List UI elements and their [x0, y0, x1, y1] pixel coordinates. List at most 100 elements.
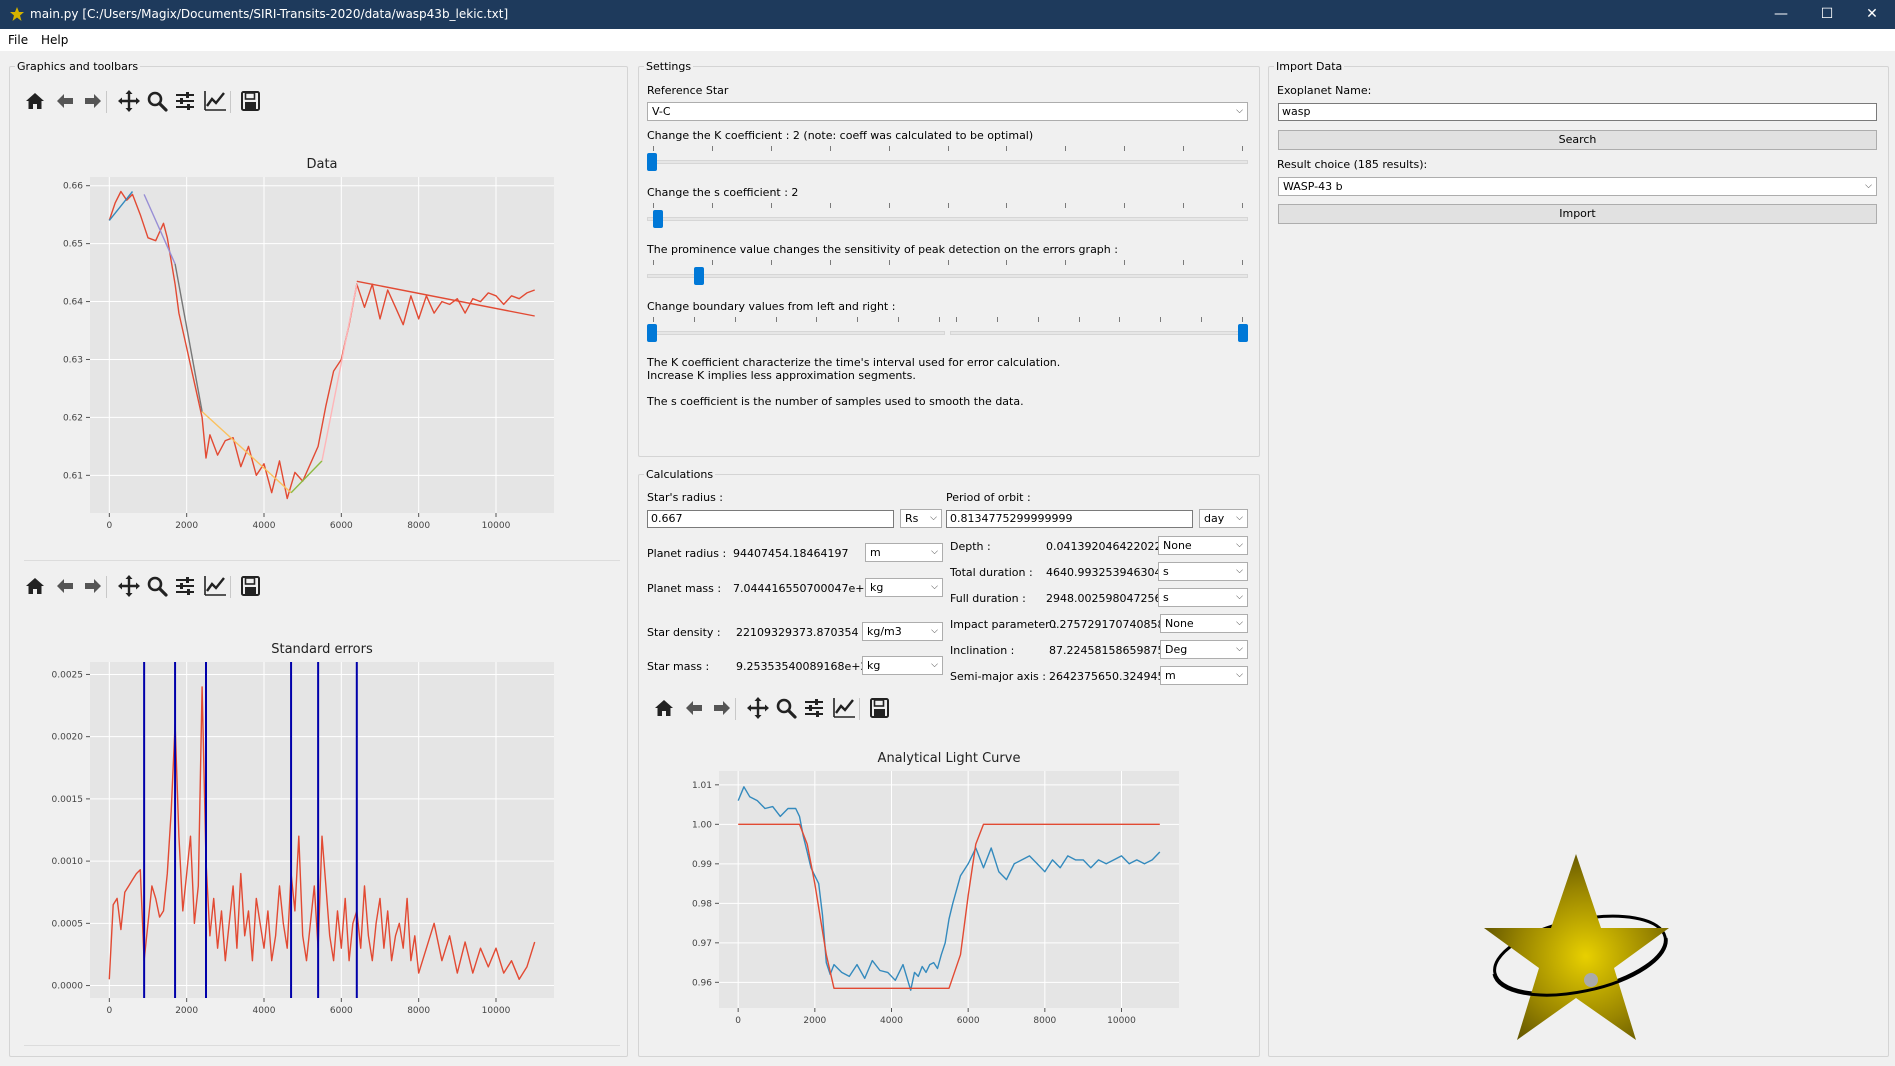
edit-axis-button[interactable] [831, 694, 857, 722]
slider-tick [1079, 317, 1080, 322]
k-slider-groove [647, 160, 1248, 164]
y-tick-label: 0.0005 [52, 919, 84, 929]
data-plot[interactable]: Data 0 2000 4000 6000 8000 10000 0.61 0.62 0.63 0.… [18, 150, 578, 543]
home-button[interactable] [22, 87, 48, 115]
x-tick-label: 6000 [330, 1006, 353, 1016]
home-icon [26, 93, 44, 109]
y-tick-label: 0.64 [63, 298, 83, 308]
back-arrow-button[interactable] [681, 694, 707, 722]
home-button[interactable] [651, 694, 677, 722]
plot-area [90, 662, 554, 998]
result-choice-select[interactable]: WASP-43 b ⌵ [1278, 177, 1877, 196]
impact-parameter-label: Impact parameter : [950, 618, 1057, 631]
chevron-down-icon: ⌵ [1236, 618, 1243, 628]
y-tick-label: 0.0015 [52, 795, 84, 805]
window-title: main.py [C:/Users/Magix/Documents/SIRI-T… [30, 7, 509, 21]
s-slider[interactable] [647, 203, 1248, 229]
star-density-unit-select[interactable]: kg/m3 ⌵ [862, 622, 943, 641]
pan-button[interactable] [116, 87, 142, 115]
k-slider[interactable] [647, 146, 1248, 172]
back-arrow-button[interactable] [52, 87, 78, 115]
y-tick-label: 0.63 [63, 355, 83, 365]
star-mass-unit-select[interactable]: kg ⌵ [862, 656, 943, 675]
slider-tick [1183, 146, 1184, 151]
period-input[interactable]: 0.8134775299999999 [946, 510, 1193, 528]
boundary-right-slider[interactable] [950, 317, 1248, 343]
toolbar-separator [735, 698, 736, 720]
slider-tick [1038, 317, 1039, 322]
exoplanet-name-label: Exoplanet Name: [1277, 84, 1372, 97]
semi-major-axis-label: Semi-major axis : [950, 670, 1046, 683]
configure-subplots-button[interactable] [801, 694, 827, 722]
back-arrow-icon [57, 579, 73, 593]
light-curve-toolbar [651, 694, 911, 724]
star-radius-unit: Rs [905, 512, 919, 525]
reference-star-select[interactable]: V-C ⌵ [647, 102, 1248, 121]
search-button[interactable]: Search [1278, 130, 1877, 150]
s-slider-handle[interactable] [653, 210, 663, 228]
chevron-down-icon: ⌵ [931, 547, 938, 557]
slider-tick [830, 146, 831, 151]
boundary-left-handle[interactable] [647, 324, 657, 342]
zoom-button[interactable] [144, 572, 170, 600]
zoom-button[interactable] [144, 87, 170, 115]
prominence-slider-handle[interactable] [694, 267, 704, 285]
boundary-left-slider[interactable] [647, 317, 945, 343]
pan-button[interactable] [116, 572, 142, 600]
errors-plot[interactable]: Standard errors 0 2000 4000 6000 8000 10000 0.0… [18, 635, 578, 1028]
forward-arrow-icon [85, 94, 101, 108]
toolbar-separator [230, 91, 231, 113]
home-button[interactable] [22, 572, 48, 600]
total-duration-unit-select[interactable]: s ⌵ [1158, 562, 1248, 581]
y-tick-label: 1.00 [692, 820, 712, 830]
menu-file[interactable]: File [8, 33, 28, 47]
chevron-down-icon: ⌵ [1236, 670, 1243, 680]
forward-arrow-button[interactable] [80, 572, 106, 600]
x-tick-label: 0 [735, 1016, 741, 1026]
close-button[interactable]: ✕ [1849, 0, 1895, 29]
zoom-button[interactable] [773, 694, 799, 722]
impact-parameter-unit-select[interactable]: None ⌵ [1160, 614, 1248, 633]
light-curve-plot[interactable]: Analytical Light Curve 0 2000 4000 6000 8000 1… [658, 742, 1198, 1045]
forward-arrow-button[interactable] [709, 694, 735, 722]
back-arrow-icon [57, 94, 73, 108]
k-slider-handle[interactable] [647, 153, 657, 171]
y-tick-label: 0.96 [692, 978, 712, 988]
back-arrow-button[interactable] [52, 572, 78, 600]
configure-subplots-button[interactable] [172, 87, 198, 115]
planet-mass-unit-select[interactable]: kg ⌵ [865, 578, 943, 597]
save-button[interactable] [237, 87, 263, 115]
x-tick-label: 4000 [253, 1006, 276, 1016]
save-button[interactable] [237, 572, 263, 600]
slider-tick [1183, 203, 1184, 208]
exoplanet-name-input[interactable]: wasp [1278, 103, 1877, 121]
configure-subplots-button[interactable] [172, 572, 198, 600]
semi-major-axis-unit-select[interactable]: m ⌵ [1160, 666, 1248, 685]
planet-radius-unit-select[interactable]: m ⌵ [865, 543, 943, 562]
chevron-down-icon: ⌵ [1236, 644, 1243, 654]
prominence-slider[interactable] [647, 260, 1248, 286]
boundary-left-ticks [653, 317, 940, 322]
edit-axis-button[interactable] [202, 572, 228, 600]
boundary-right-handle[interactable] [1238, 324, 1248, 342]
depth-unit: None [1163, 539, 1192, 552]
planet-mass-label: Planet mass : [647, 582, 722, 595]
edit-axis-button[interactable] [202, 87, 228, 115]
maximize-button[interactable]: ☐ [1804, 0, 1850, 29]
period-unit-select[interactable]: day ⌵ [1199, 509, 1248, 528]
inclination-unit-select[interactable]: Deg ⌵ [1160, 640, 1248, 659]
import-button[interactable]: Import [1278, 204, 1877, 224]
slider-tick [898, 317, 899, 322]
pan-button[interactable] [745, 694, 771, 722]
forward-arrow-button[interactable] [80, 87, 106, 115]
star-radius-unit-select[interactable]: Rs ⌵ [900, 509, 942, 528]
full-duration-unit-select[interactable]: s ⌵ [1158, 588, 1248, 607]
menu-help[interactable]: Help [41, 33, 68, 47]
depth-unit-select[interactable]: None ⌵ [1158, 536, 1248, 555]
minimize-button[interactable]: — [1758, 0, 1804, 29]
settings-group-title: Settings [644, 60, 694, 73]
star-radius-input[interactable]: 0.667 [647, 510, 894, 528]
result-choice-label: Result choice (185 results): [1277, 158, 1428, 171]
save-button[interactable] [866, 694, 892, 722]
boundary-right-ticks [956, 317, 1243, 322]
